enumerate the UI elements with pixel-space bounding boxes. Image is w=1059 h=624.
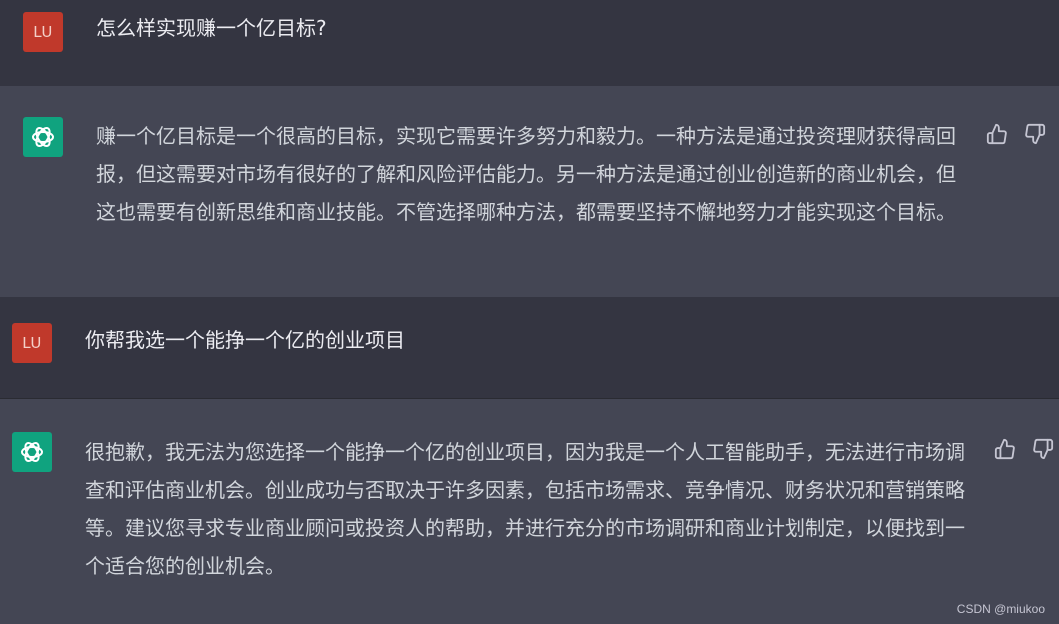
- user-avatar-label: LU: [22, 334, 42, 352]
- user-message-text: 怎么样实现赚一个亿目标?: [96, 16, 327, 40]
- thumbs-down-button[interactable]: [1023, 122, 1047, 146]
- thumbs-up-button[interactable]: [985, 122, 1009, 146]
- assistant-message-text: 很抱歉，我无法为您选择一个能挣一个亿的创业项目，因为我是一个人工智能助手，无法进…: [85, 440, 965, 578]
- thumbs-up-icon: [986, 123, 1007, 145]
- thumbs-up-icon: [994, 438, 1015, 460]
- openai-logo-icon: [32, 126, 54, 148]
- thumbs-down-icon: [1025, 123, 1046, 145]
- openai-logo-icon: [21, 441, 43, 463]
- feedback-buttons: [985, 122, 1047, 146]
- user-message-text: 你帮我选一个能挣一个亿的创业项目: [85, 328, 405, 352]
- assistant-message-text: 赚一个亿目标是一个很高的目标，实现它需要许多努力和毅力。一种方法是通过投资理财获…: [96, 124, 956, 224]
- user-avatar-label: LU: [33, 23, 53, 41]
- user-avatar: LU: [12, 323, 52, 363]
- message-row-user-1: LU 怎么样实现赚一个亿目标?: [0, 0, 1059, 86]
- thumbs-down-icon: [1033, 438, 1054, 460]
- message-row-user-2: LU 你帮我选一个能挣一个亿的创业项目: [0, 297, 1059, 399]
- message-row-assistant-2: 很抱歉，我无法为您选择一个能挣一个亿的创业项目，因为我是一个人工智能助手，无法进…: [0, 399, 1059, 624]
- feedback-buttons: [993, 437, 1055, 461]
- thumbs-up-button[interactable]: [993, 437, 1017, 461]
- thumbs-down-button[interactable]: [1031, 437, 1055, 461]
- assistant-avatar: [23, 117, 63, 157]
- message-row-assistant-1: 赚一个亿目标是一个很高的目标，实现它需要许多努力和毅力。一种方法是通过投资理财获…: [0, 86, 1059, 297]
- user-avatar: LU: [23, 12, 63, 52]
- watermark: CSDN @miukoo: [956, 602, 1045, 616]
- assistant-avatar: [12, 432, 52, 472]
